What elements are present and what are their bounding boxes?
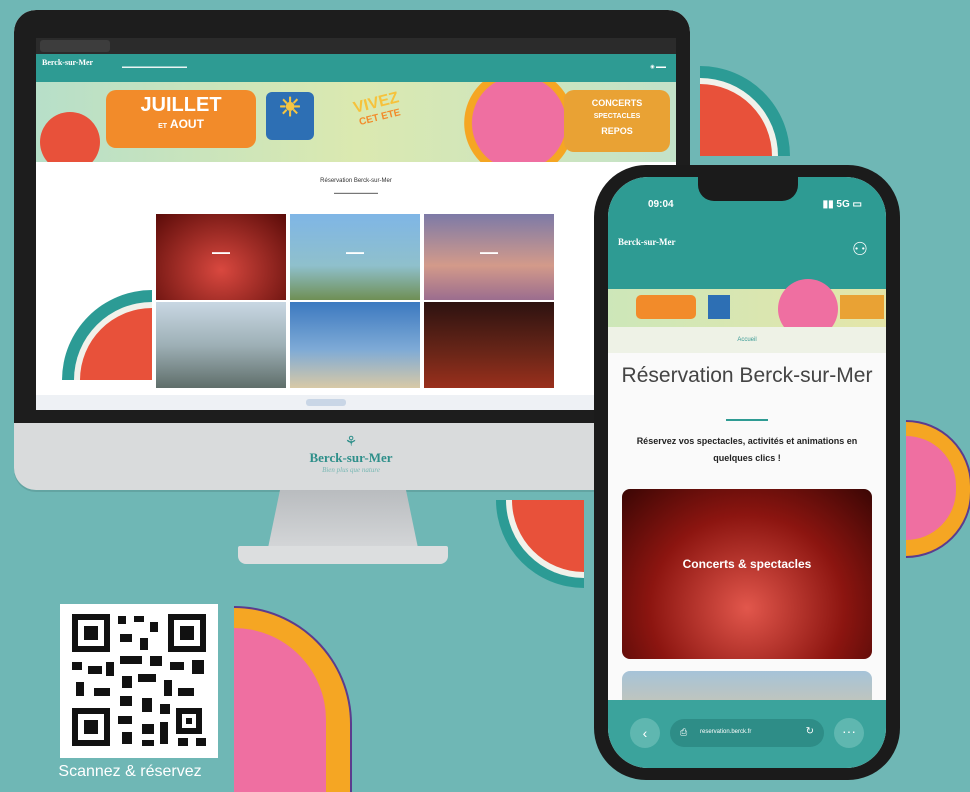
reload-icon[interactable]: ↻ [806,726,814,737]
watermelon-slice-deco-3 [496,500,584,588]
tile-concerts[interactable]: ▬▬▬ [156,214,286,300]
phone-page-title: Réservation Berck-sur-Mer [621,364,873,387]
lock-icon: ⎙ [680,727,688,737]
smartphone: 09:04 ▮▮ 5G ▭ Berck-sur-Mer ⚇ Accueil Ré… [594,165,900,780]
qr-code[interactable] [60,604,218,758]
monitor-chin-logo: ⚘ Berck-sur-Mer Bien plus que nature [286,433,416,474]
card-label: Concerts & spectacles [682,557,812,571]
phone-screen: 09:04 ▮▮ 5G ▭ Berck-sur-Mer ⚇ Accueil Ré… [608,177,886,768]
watermelon-slice-deco [700,66,790,156]
monitor-stand-neck [268,490,418,548]
browser-tab[interactable] [40,40,110,52]
back-arrow-icon[interactable]: ‹ [630,718,660,748]
tile-activities[interactable]: ▬▬▬ [290,214,420,300]
taskbar-apps[interactable] [306,399,346,406]
status-signal: ▮▮ 5G ▭ [822,199,862,210]
tile-beach-huts[interactable]: ▬▬▬ [424,214,554,300]
qr-caption: Scannez & réservez [58,763,202,780]
banner-program-badge: CONCERTS SPECTACLES REPOS [564,90,670,152]
desktop-nav[interactable]: ▬▬▬▬▬▬▬▬▬▬▬▬▬ [122,64,187,70]
phone-page-subtitle: Réservez vos spectacles, activités et an… [636,436,858,463]
account-link[interactable]: ◉ ▬▬ [650,64,666,70]
monitor-stand-base [238,546,448,564]
chin-logo-tagline: Bien plus que nature [322,466,380,474]
phone-site-logo[interactable]: Berck-sur-Mer [618,237,675,247]
banner-vivez-text: VIVEZ CET ETE [351,89,402,129]
phone-summer-banner [608,279,886,339]
grapefruit-slice-deco [906,420,970,558]
banner-dates-badge: JUILLET ET AOUT [106,90,256,148]
phone-notch [698,177,798,201]
user-icon[interactable]: ⚇ [852,239,868,260]
status-time: 09:04 [648,199,674,210]
grapefruit-slice-deco-2 [234,606,352,792]
more-icon[interactable]: ··· [834,718,864,748]
url-bar[interactable]: ⎙ reservation.berck.fr ↻ [670,719,824,747]
title-underline [726,419,768,421]
fleur-logo-icon: ⚘ [344,433,358,449]
desktop-summer-banner: JUILLET ET AOUT ☀ VIVEZ CET ETE CONCERTS … [36,82,676,162]
desktop-monitor: Berck-sur-Mer ▬▬▬▬▬▬▬▬▬▬▬▬▬ ◉ ▬▬ JUILLET… [14,10,690,490]
chin-logo-name: Berck-sur-Mer [309,450,393,465]
banner-grapefruit-slice [464,82,574,162]
desktop-page-title: Réservation Berck-sur-Mer [320,178,392,184]
desktop-site-logo[interactable]: Berck-sur-Mer [42,58,93,67]
qr-code-graphic [60,604,218,758]
tile-cinema[interactable] [424,302,554,388]
desktop-page-subtitle: ▬▬▬▬▬▬▬▬▬▬▬ [334,190,378,195]
banner-umbrella-shape [40,112,100,162]
url-text: reservation.berck.fr [700,729,752,735]
browser-tab-bar [36,38,676,54]
card-concerts-spectacles[interactable]: Concerts & spectacles [622,489,872,659]
phone-site-header: Berck-sur-Mer ⚇ [608,217,886,289]
tile-sand-yachting[interactable] [290,302,420,388]
os-taskbar [36,395,676,410]
tile-coast[interactable] [156,302,286,388]
desktop-site-header: Berck-sur-Mer ▬▬▬▬▬▬▬▬▬▬▬▬▬ ◉ ▬▬ [36,54,676,82]
banner-sun-tile: ☀ [266,92,314,140]
breadcrumb[interactable]: Accueil [608,327,886,353]
